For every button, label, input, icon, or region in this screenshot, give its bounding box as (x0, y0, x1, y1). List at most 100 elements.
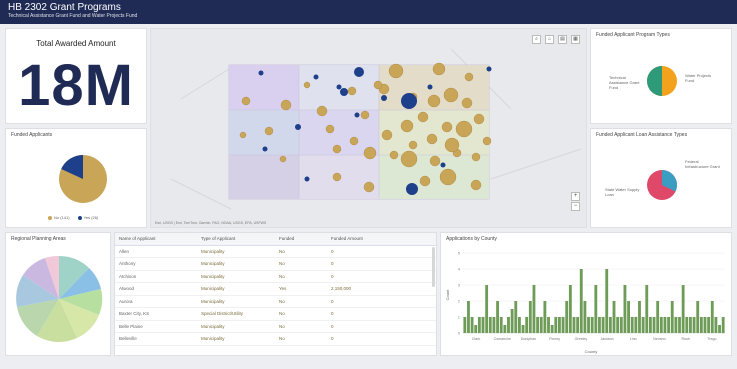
bar-51[interactable] (648, 317, 652, 333)
bar-43[interactable] (619, 317, 623, 333)
bar-37[interactable] (598, 317, 601, 333)
bar-10[interactable] (499, 317, 503, 333)
zoom-in-button[interactable]: + (571, 192, 580, 201)
bar-45[interactable] (627, 301, 630, 333)
bar-44[interactable] (623, 285, 627, 333)
bar-22[interactable] (543, 301, 547, 333)
bar-58[interactable] (674, 317, 678, 333)
bar-61[interactable] (685, 317, 689, 333)
zoom-out-button[interactable]: − (571, 202, 580, 211)
bar-24[interactable] (550, 325, 554, 333)
table-row[interactable]: Atwood Municipality Yes 2,150,000 (115, 282, 436, 296)
bar-55[interactable] (663, 317, 667, 333)
bar-12[interactable] (507, 317, 510, 333)
bar-15[interactable] (517, 317, 521, 333)
table-scrollbar[interactable] (432, 247, 435, 287)
bar-50[interactable] (645, 285, 649, 333)
bar-40[interactable] (608, 317, 612, 333)
bar-9[interactable] (496, 301, 499, 333)
table-row[interactable]: Allen Municipality No 0 (115, 245, 436, 258)
county-bar-chart[interactable]: Count County 0 1 2 3 4 5 Clark Comanche Doniphan… (441, 245, 732, 355)
col-name-header[interactable]: Name of Applicant (115, 233, 197, 246)
layers-icon[interactable]: ▤ (558, 35, 567, 44)
bar-67[interactable] (707, 317, 711, 333)
bar-60[interactable] (681, 285, 685, 333)
bar-14[interactable] (514, 301, 518, 333)
bar-56[interactable] (667, 317, 671, 333)
bar-62[interactable] (689, 317, 692, 333)
bar-68[interactable] (710, 301, 714, 333)
bar-64[interactable] (696, 301, 700, 333)
bar-23[interactable] (547, 317, 550, 333)
basemap-icon[interactable]: ▦ (571, 35, 580, 44)
regional-pie[interactable] (6, 245, 111, 355)
bar-3[interactable] (474, 325, 478, 333)
bar-8[interactable] (492, 317, 496, 333)
bar-36[interactable] (594, 285, 598, 333)
bar-2[interactable] (470, 317, 474, 333)
bar-32[interactable] (579, 269, 583, 333)
col-amount-header[interactable]: Funded Amount (327, 233, 436, 246)
funded-applicants-pie[interactable] (6, 143, 147, 213)
table-row[interactable]: Anthony Municipality No 0 (115, 257, 436, 271)
regional-panel[interactable]: Regional Planning Areas (5, 232, 111, 356)
bar-39[interactable] (605, 269, 609, 333)
bar-65[interactable] (699, 317, 703, 333)
bar-57[interactable] (670, 301, 674, 333)
home-icon[interactable]: ⌂ (545, 35, 554, 44)
bar-27[interactable] (561, 317, 565, 333)
legend-no[interactable]: No (141) (48, 215, 70, 220)
county-chart-panel[interactable]: Applications by County Count County 0 1 2 3… (440, 232, 732, 356)
bar-70[interactable] (718, 325, 721, 333)
table-row[interactable]: Belle Plaine Municipality No 0 (115, 320, 436, 333)
bar-1[interactable] (467, 301, 470, 333)
bar-20[interactable] (536, 317, 540, 333)
legend-yes[interactable]: Yes (26) (77, 215, 98, 220)
applicants-table-panel[interactable]: Name of Applicant Type of Applicant Fund… (114, 232, 437, 356)
pie-slice-technical-assistance[interactable] (647, 66, 662, 96)
bar-35[interactable] (590, 317, 594, 333)
bar-29[interactable] (568, 285, 572, 333)
table-row[interactable]: Aurora Municipality No 0 (115, 295, 436, 308)
bar-18[interactable] (528, 301, 532, 333)
bar-41[interactable] (612, 301, 616, 333)
bar-54[interactable] (659, 317, 663, 333)
funded-applicants-panel[interactable]: Funded Applicants No (141) Yes (26) (5, 128, 147, 228)
kansas-map[interactable] (151, 29, 587, 228)
bar-5[interactable] (481, 317, 485, 333)
bar-38[interactable] (601, 317, 605, 333)
col-type-header[interactable]: Type of Applicant (197, 233, 275, 246)
bar-71[interactable] (721, 317, 725, 333)
bar-13[interactable] (510, 309, 514, 333)
bar-16[interactable] (521, 325, 525, 333)
bar-6[interactable] (485, 285, 489, 333)
bar-11[interactable] (503, 325, 507, 333)
table-row[interactable]: Belleville Municipality No 0 (115, 332, 436, 346)
search-icon[interactable]: ⌕ (532, 35, 541, 44)
bar-69[interactable] (714, 317, 718, 333)
table-row[interactable]: Atchison Municipality No 0 (115, 270, 436, 283)
bar-34[interactable] (587, 317, 590, 333)
bar-46[interactable] (630, 317, 634, 333)
bar-4[interactable] (477, 317, 481, 333)
map-panel[interactable]: ⌕ ⌂ ▤ ▦ + − Esri, USGS | Esri, TomTom, G… (150, 28, 587, 228)
loan-types-panel[interactable]: Funded Applicant Loan Assistance Types F… (590, 128, 732, 228)
bar-33[interactable] (583, 301, 587, 333)
bar-63[interactable] (692, 317, 696, 333)
bar-26[interactable] (558, 317, 561, 333)
bar-66[interactable] (703, 317, 707, 333)
bar-19[interactable] (532, 285, 536, 333)
bar-31[interactable] (576, 317, 580, 333)
loan-types-pie[interactable] (591, 143, 732, 227)
bar-48[interactable] (638, 301, 641, 333)
bar-28[interactable] (565, 301, 569, 333)
bar-30[interactable] (572, 317, 576, 333)
program-types-panel[interactable]: Funded Applicant Program Types Technical… (590, 28, 732, 124)
bar-49[interactable] (641, 317, 645, 333)
table-row[interactable]: Baxter City, KS Special District/Utility N… (115, 307, 436, 321)
bar-42[interactable] (616, 317, 620, 333)
bar-7[interactable] (488, 317, 492, 333)
bar-0[interactable] (463, 317, 467, 333)
bar-17[interactable] (525, 317, 529, 333)
bar-21[interactable] (539, 317, 543, 333)
